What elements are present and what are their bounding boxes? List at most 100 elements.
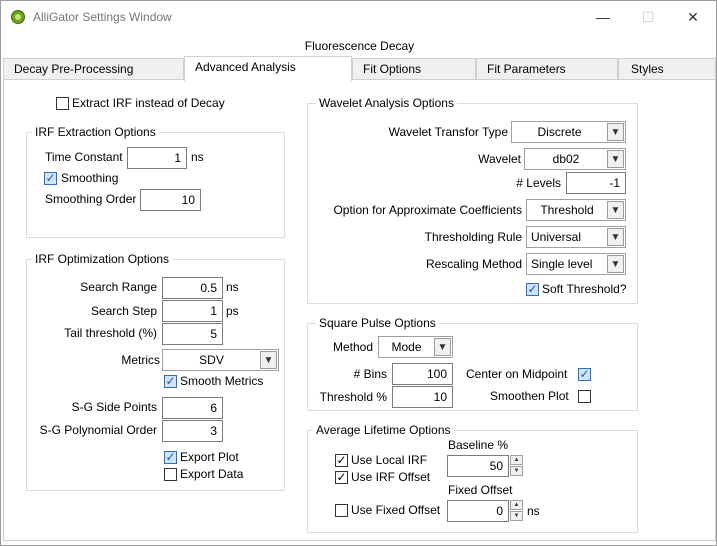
wavelet-dropdown[interactable]: db02 ▼ — [524, 148, 626, 170]
use-fixed-offset-checkbox[interactable] — [335, 504, 348, 517]
chevron-down-icon: ▼ — [434, 338, 451, 356]
wavelet-transform-type-value: Discrete — [537, 125, 582, 139]
irf-extraction-title: IRF Extraction Options — [32, 125, 159, 139]
checkmark-icon: ✓ — [45, 171, 56, 185]
checkmark-icon: ✓ — [336, 470, 347, 484]
chevron-down-icon: ▼ — [607, 228, 624, 246]
metrics-value: SDV — [199, 353, 224, 367]
fixed-offset-spin-down-icon[interactable]: ▼ — [510, 511, 523, 521]
wavelet-transform-type-dropdown[interactable]: Discrete ▼ — [511, 121, 626, 143]
thresholding-rule-dropdown[interactable]: Universal ▼ — [526, 226, 626, 248]
average-lifetime-title: Average Lifetime Options — [313, 423, 454, 437]
soft-threshold-label: Soft Threshold? — [542, 282, 627, 296]
extract-irf-checkbox[interactable] — [56, 97, 69, 110]
threshold-input[interactable]: 10 — [392, 386, 453, 408]
extract-irf-label: Extract IRF instead of Decay — [72, 96, 225, 110]
advanced-analysis-panel: Extract IRF instead of Decay IRF Extract… — [3, 79, 716, 541]
checkmark-icon: ✓ — [527, 282, 538, 296]
approx-coeff-label: Option for Approximate Coefficients — [333, 203, 522, 217]
thresholding-rule-value: Universal — [531, 230, 582, 244]
fixed-offset-spin-up-icon[interactable]: ▲ — [510, 500, 523, 510]
export-plot-checkbox[interactable]: ✓ — [164, 450, 177, 464]
metrics-label: Metrics — [121, 353, 160, 367]
tab-fit-parameters[interactable]: Fit Parameters — [476, 58, 618, 80]
center-on-midpoint-checkbox[interactable]: ✓ — [578, 367, 591, 381]
smoothen-plot-label: Smoothen Plot — [490, 389, 569, 403]
export-data-checkbox[interactable] — [164, 468, 177, 481]
time-constant-input[interactable]: 1 — [127, 147, 187, 169]
bins-label: # Bins — [353, 367, 387, 381]
rescaling-method-value: Single level — [531, 257, 593, 271]
sg-side-points-input[interactable]: 6 — [162, 397, 223, 419]
search-step-input[interactable]: 1 — [162, 300, 223, 322]
checkmark-icon: ✓ — [579, 367, 590, 381]
method-label: Method — [333, 340, 374, 354]
search-step-label: Search Step — [90, 304, 157, 318]
smoothing-order-label: Smoothing Order — [45, 192, 137, 206]
wavelet-transform-type-label: Wavelet Transfor Type — [388, 125, 508, 139]
search-step-unit: ps — [226, 304, 239, 318]
approx-coeff-value: Threshold — [540, 203, 594, 217]
rescaling-method-dropdown[interactable]: Single level ▼ — [526, 253, 626, 275]
export-data-label: Export Data — [180, 467, 244, 481]
method-value: Mode — [391, 340, 422, 354]
baseline-spin-down-icon[interactable]: ▼ — [510, 466, 523, 476]
window-title: AlliGator Settings Window — [33, 10, 172, 24]
chevron-down-icon: ▼ — [607, 123, 624, 141]
sg-poly-order-input[interactable]: 3 — [162, 420, 223, 442]
levels-input[interactable]: -1 — [566, 172, 626, 194]
wavelet-value: db02 — [552, 152, 580, 166]
chevron-down-icon: ▼ — [607, 255, 624, 273]
use-irf-offset-label: Use IRF Offset — [351, 470, 431, 484]
use-local-irf-label: Use Local IRF — [351, 453, 428, 467]
maximize-button[interactable]: ☐ — [626, 5, 670, 29]
export-plot-label: Export Plot — [180, 450, 239, 464]
alligator-app-icon — [11, 10, 25, 24]
smooth-metrics-label: Smooth Metrics — [180, 374, 264, 388]
fixed-offset-unit: ns — [527, 504, 540, 518]
wavelet-label: Wavelet — [478, 152, 521, 166]
wavelet-title: Wavelet Analysis Options — [316, 96, 457, 110]
tab-styles[interactable]: Styles — [618, 58, 716, 80]
smoothing-checkbox[interactable]: ✓ — [44, 171, 57, 185]
checkmark-icon: ✓ — [165, 450, 176, 464]
smooth-metrics-checkbox[interactable]: ✓ — [164, 374, 177, 388]
fixed-offset-input[interactable]: 0 — [447, 500, 509, 522]
use-irf-offset-checkbox[interactable]: ✓ — [335, 470, 348, 484]
checkmark-icon: ✓ — [165, 374, 176, 388]
levels-label: # Levels — [516, 176, 561, 190]
smoothen-plot-checkbox[interactable] — [578, 390, 591, 403]
bins-input[interactable]: 100 — [392, 363, 453, 385]
search-range-input[interactable]: 0.5 — [162, 277, 223, 299]
soft-threshold-checkbox[interactable]: ✓ — [526, 282, 539, 296]
tab-decay-pre-processing[interactable]: Decay Pre-Processing — [3, 58, 184, 80]
baseline-label: Baseline % — [448, 438, 509, 452]
tail-threshold-input[interactable]: 5 — [162, 323, 223, 345]
title-bar: AlliGator Settings Window — ☐ ✕ — [1, 1, 716, 33]
minimize-button[interactable]: — — [581, 5, 625, 29]
irf-optimization-title: IRF Optimization Options — [32, 252, 173, 266]
sg-side-points-label: S-G Side Points — [71, 400, 157, 414]
settings-window: AlliGator Settings Window — ☐ ✕ Fluoresc… — [0, 0, 717, 546]
tail-threshold-label: Tail threshold (%) — [64, 326, 157, 340]
fixed-offset-label: Fixed Offset — [448, 483, 513, 497]
baseline-input[interactable]: 50 — [447, 455, 509, 477]
smoothing-label: Smoothing — [61, 171, 119, 185]
search-range-unit: ns — [226, 280, 239, 294]
baseline-spin-up-icon[interactable]: ▲ — [510, 455, 523, 465]
use-local-irf-checkbox[interactable]: ✓ — [335, 453, 348, 467]
smoothing-order-input[interactable]: 10 — [140, 189, 201, 211]
center-on-midpoint-label: Center on Midpoint — [466, 367, 568, 381]
thresholding-rule-label: Thresholding Rule — [424, 230, 522, 244]
section-title: Fluorescence Decay — [304, 39, 415, 53]
method-dropdown[interactable]: Mode ▼ — [378, 336, 453, 358]
approx-coeff-dropdown[interactable]: Threshold ▼ — [526, 199, 626, 221]
tab-fit-options[interactable]: Fit Options — [352, 58, 476, 80]
tab-advanced-analysis[interactable]: Advanced Analysis — [184, 56, 352, 81]
metrics-dropdown[interactable]: SDV ▼ — [162, 349, 279, 371]
tab-bar: Decay Pre-Processing Advanced Analysis F… — [3, 56, 716, 81]
rescaling-method-label: Rescaling Method — [425, 257, 522, 271]
close-button[interactable]: ✕ — [671, 5, 715, 29]
chevron-down-icon: ▼ — [260, 351, 277, 369]
threshold-label: Threshold % — [319, 390, 387, 404]
